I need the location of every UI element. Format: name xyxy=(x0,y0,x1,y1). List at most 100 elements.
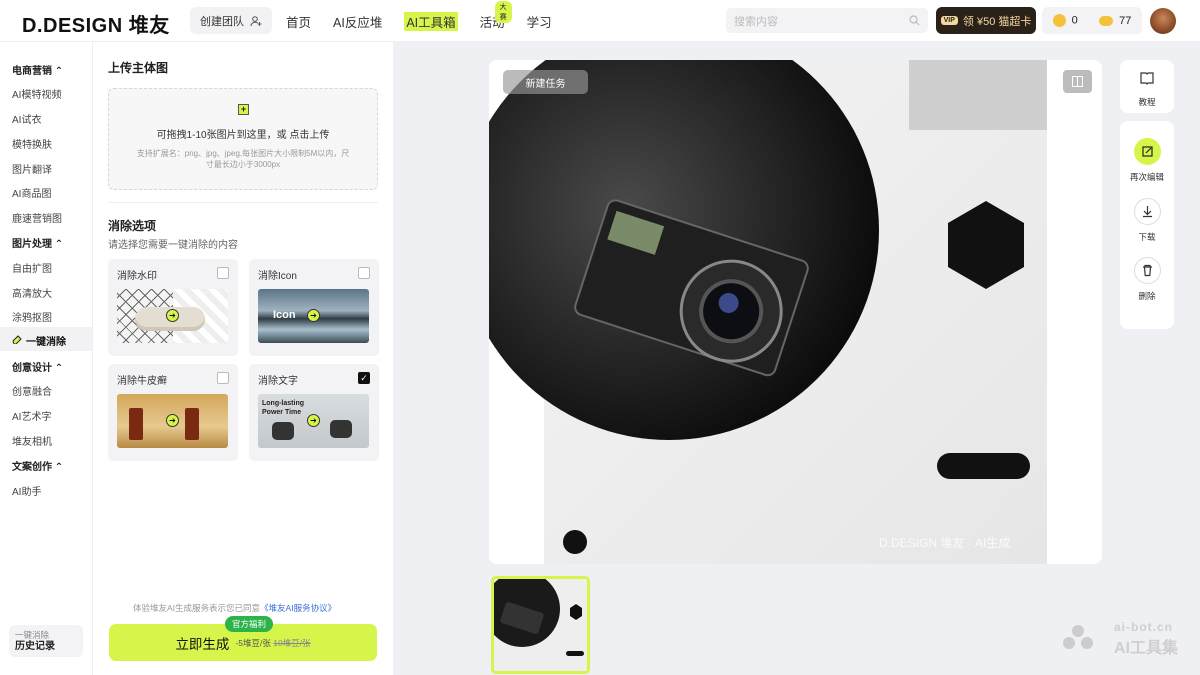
site-watermark: ai-bot.cn AI工具集 xyxy=(1062,618,1200,658)
watermark-line2: AI工具集 xyxy=(1114,640,1179,657)
nav-home[interactable]: 首页 xyxy=(286,12,311,31)
download-label: 下载 xyxy=(1138,232,1156,242)
reedit-button[interactable]: 再次编辑 xyxy=(1120,135,1174,185)
search-input[interactable]: 搜索内容 xyxy=(726,8,928,33)
add-user-icon xyxy=(250,15,262,26)
watermark-line1: ai-bot.cn xyxy=(1114,620,1173,634)
upload-title: 上传主体图 xyxy=(108,61,169,75)
sidebar-section-copywriting[interactable]: 文案创作 ⌃ xyxy=(12,458,63,473)
vip-coupon-button[interactable]: VIP 领 ¥50 猫超卡 xyxy=(936,7,1036,34)
history-button[interactable]: 一键消除 历史记录 xyxy=(9,625,83,657)
watermark-example-image: ➔ xyxy=(117,289,228,343)
upload-main-text: 可拖拽1-10张图片到这里，或 点击上传 xyxy=(156,130,330,141)
option-card-watermark[interactable]: 消除水印 ➔ xyxy=(108,259,238,356)
option-label: 消除水印 xyxy=(117,271,157,282)
sidebar-section-image[interactable]: 图片处理 ⌃ xyxy=(12,235,63,250)
option-card-stickers[interactable]: 消除牛皮癣 ➔ xyxy=(108,364,238,461)
canvas-watermark: D.DESIGN 堆友 · AI生成 xyxy=(879,536,1010,550)
bean-icon xyxy=(1099,15,1114,26)
eraser-icon xyxy=(12,335,22,344)
new-task-button[interactable]: 新建任务 xyxy=(503,70,588,94)
tutorial-button[interactable]: 教程 xyxy=(1120,60,1174,113)
sidebar-section-label: 图片处理 xyxy=(12,239,52,250)
sidebar-item-art-text[interactable]: AI艺术字 xyxy=(12,408,51,423)
bean-count: 77 xyxy=(1119,14,1132,27)
coin-count: 0 xyxy=(1071,14,1078,27)
coin-balance: 0 xyxy=(1052,14,1078,27)
sidebar-item-expand[interactable]: 自由扩图 xyxy=(12,260,52,275)
compare-button[interactable] xyxy=(1063,70,1092,93)
arrow-right-icon: ➔ xyxy=(166,309,179,322)
result-thumbnail[interactable] xyxy=(491,576,590,674)
sidebar-item-image-translate[interactable]: 图片翻译 xyxy=(12,161,52,176)
thumbnail-image xyxy=(494,579,587,671)
sidebar-item-erase[interactable]: 一键消除 xyxy=(0,327,92,351)
search-icon[interactable] xyxy=(909,15,920,26)
delete-label: 删除 xyxy=(1138,291,1156,301)
option-card-icon[interactable]: 消除Icon Icon ➔ xyxy=(249,259,379,356)
option-checkbox[interactable] xyxy=(358,267,370,279)
option-checkbox[interactable] xyxy=(217,267,229,279)
chevron-up-icon: ⌃ xyxy=(54,363,64,374)
generate-price: -5堆豆/张 10堆豆/张 xyxy=(235,637,310,649)
sidebar-item-ai-tryon[interactable]: AI试衣 xyxy=(12,111,41,126)
sidebar: 电商营销 ⌃ AI模特视频 AI试衣 模特换肤 图片翻译 AI商品图 鹿速营销图… xyxy=(0,42,93,675)
generate-label: 立即生成 xyxy=(175,636,230,652)
chevron-up-icon: ⌃ xyxy=(54,462,64,473)
site-logo[interactable]: D.DESIGN 堆友 xyxy=(22,9,170,38)
generate-price-old: 10堆豆/张 xyxy=(273,637,311,648)
result-preview[interactable]: D.DESIGN 堆友 · AI生成 xyxy=(489,60,1102,564)
agreement-link[interactable]: 《堆友AI服务协议》 xyxy=(260,603,336,613)
sidebar-item-marketing[interactable]: 鹿速营销图 xyxy=(12,210,62,225)
create-team-button[interactable]: 创建团队 xyxy=(190,7,272,34)
sidebar-item-camera[interactable]: 堆友相机 xyxy=(12,433,52,448)
nav-activity[interactable]: 活动 大赛 xyxy=(480,0,512,31)
balance-display[interactable]: 0 77 xyxy=(1042,7,1142,34)
sidebar-section-creative[interactable]: 创意设计 ⌃ xyxy=(12,359,63,374)
create-team-label: 创建团队 xyxy=(200,15,244,28)
result-image: D.DESIGN 堆友 · AI生成 xyxy=(489,60,1047,564)
arrow-right-icon: ➔ xyxy=(307,309,320,322)
search-placeholder: 搜索内容 xyxy=(734,15,778,28)
download-button[interactable]: 下载 xyxy=(1120,195,1174,245)
watermark-logo-icon xyxy=(1063,625,1093,649)
compare-icon xyxy=(1072,76,1083,87)
agreement-text: 体验堆友AI生成服务表示您已同意《堆友AI服务协议》 xyxy=(133,602,336,614)
history-caption: 一键消除 xyxy=(15,630,50,640)
sidebar-item-upscale[interactable]: 高清放大 xyxy=(12,285,52,300)
agreement-prefix: 体验堆友AI生成服务表示您已同意 xyxy=(133,603,261,613)
options-panel: 上传主体图 + 可拖拽1-10张图片到这里，或 点击上传 支持扩展名：png、j… xyxy=(93,42,393,675)
nav-ai-toolbox[interactable]: AI工具箱 xyxy=(404,11,458,31)
sidebar-item-model-skin[interactable]: 模特换肤 xyxy=(12,136,52,151)
text-example-image: Long-lasting Power Time ➔ xyxy=(258,394,369,448)
arrow-right-icon: ➔ xyxy=(307,414,320,427)
option-checkbox[interactable] xyxy=(217,372,229,384)
divider xyxy=(108,202,378,203)
welfare-badge: 官方福利 xyxy=(225,616,274,632)
nav-learn[interactable]: 学习 xyxy=(527,12,552,31)
coin-icon xyxy=(1052,14,1066,27)
user-avatar[interactable] xyxy=(1150,8,1176,34)
option-card-text[interactable]: 消除文字 ✓ Long-lasting Power Time ➔ xyxy=(249,364,379,461)
stickers-example-image: ➔ xyxy=(117,394,228,448)
trash-icon xyxy=(1134,257,1161,284)
delete-button[interactable]: 删除 xyxy=(1120,254,1174,304)
tutorial-label: 教程 xyxy=(1138,97,1156,107)
option-checkbox-checked[interactable]: ✓ xyxy=(358,372,370,384)
sidebar-section-label: 文案创作 xyxy=(12,462,52,473)
sidebar-item-ai-assistant[interactable]: AI助手 xyxy=(12,483,41,498)
nav-ai-reactor[interactable]: AI反应堆 xyxy=(333,12,382,31)
reedit-label: 再次编辑 xyxy=(1129,172,1164,182)
upload-dropzone[interactable]: + 可拖拽1-10张图片到这里，或 点击上传 支持扩展名：png、jpg、jpe… xyxy=(108,88,378,190)
generate-button[interactable]: 官方福利 立即生成 -5堆豆/张 10堆豆/张 xyxy=(109,616,377,661)
action-toolbar: 再次编辑 下载 删除 xyxy=(1120,121,1174,329)
sidebar-item-ai-product[interactable]: AI商品图 xyxy=(12,185,51,200)
top-bar: D.DESIGN 堆友 创建团队 首页 AI反应堆 AI工具箱 活动 大赛 学习 … xyxy=(0,0,1200,42)
sidebar-item-cutout[interactable]: 涂鸦抠图 xyxy=(12,309,52,324)
sidebar-item-fusion[interactable]: 创意融合 xyxy=(12,383,52,398)
options-title: 消除选项 xyxy=(108,219,157,233)
option-label: 消除Icon xyxy=(258,271,297,282)
sidebar-section-label: 创意设计 xyxy=(12,363,52,374)
sidebar-section-ecommerce[interactable]: 电商营销 ⌃ xyxy=(12,62,63,77)
sidebar-item-ai-model-video[interactable]: AI模特视频 xyxy=(12,86,61,101)
